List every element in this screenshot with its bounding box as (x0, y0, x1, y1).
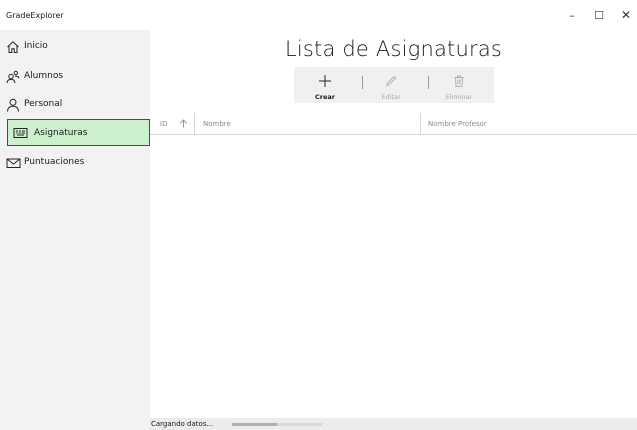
title-bar: GradeExplorer – ☐ ✕ (0, 0, 637, 30)
trash-icon (452, 71, 466, 91)
column-divider[interactable] (420, 113, 421, 134)
delete-button[interactable]: Eliminar (439, 67, 479, 103)
sidebar-item-label: Puntuaciones (24, 157, 85, 167)
sidebar-item-label: Alumnos (24, 71, 64, 81)
sidebar-item-label: Personal (24, 99, 63, 109)
arrow-up-icon[interactable] (179, 113, 188, 134)
column-header-nombre-profesor[interactable]: Nombre Profesor (428, 113, 487, 134)
create-button[interactable]: Crear (308, 67, 342, 103)
app-title: GradeExplorer (6, 11, 64, 20)
sidebar-item-label: Inicio (24, 41, 48, 51)
command-bar: Crear Editar Eliminar (294, 67, 494, 103)
sidebar: Inicio Alumnos Personal Asignaturas Punt… (0, 30, 150, 430)
edit-button[interactable]: Editar (374, 67, 408, 103)
main-content: Lista de Asignaturas Crear Editar Elimin… (150, 30, 637, 430)
column-divider[interactable] (194, 113, 195, 134)
close-button[interactable]: ✕ (615, 4, 637, 26)
home-icon (5, 39, 21, 55)
maximize-button[interactable]: ☐ (588, 4, 610, 26)
sidebar-item-label: Asignaturas (34, 128, 88, 138)
pencil-icon (384, 71, 398, 91)
progress-fill (232, 423, 277, 426)
status-text: Cargando datos... (151, 420, 214, 428)
mail-icon (5, 155, 21, 171)
people-icon (5, 69, 21, 85)
create-button-label: Crear (315, 93, 335, 101)
sidebar-item-puntuaciones[interactable]: Puntuaciones (0, 149, 150, 176)
plus-icon (318, 71, 332, 91)
keyboard-icon (12, 125, 28, 141)
edit-button-label: Editar (381, 93, 401, 101)
sidebar-item-alumnos[interactable]: Alumnos (0, 63, 150, 90)
minimize-button[interactable]: – (561, 4, 583, 26)
command-separator (362, 76, 363, 89)
column-header-id[interactable]: ID (160, 113, 167, 134)
person-icon (5, 97, 21, 113)
status-bar: Cargando datos... (150, 418, 637, 430)
column-header-nombre[interactable]: Nombre (203, 113, 231, 134)
progress-bar (232, 423, 322, 426)
table-header: ID Nombre Nombre Profesor (150, 113, 637, 135)
delete-button-label: Eliminar (445, 93, 473, 101)
command-separator (428, 76, 429, 89)
sidebar-item-inicio[interactable]: Inicio (0, 33, 150, 60)
sidebar-item-personal[interactable]: Personal (0, 91, 150, 118)
sidebar-item-asignaturas[interactable]: Asignaturas (7, 119, 150, 146)
page-title: Lista de Asignaturas (284, 37, 503, 61)
